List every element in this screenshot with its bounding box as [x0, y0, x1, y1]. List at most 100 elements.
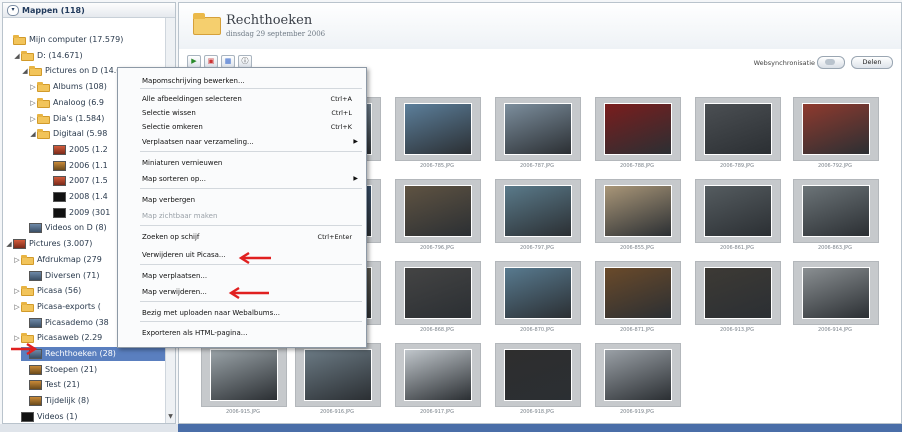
menu-item-shortcut: Ctrl+K	[330, 123, 352, 131]
expand-toggle-icon[interactable]: ▷	[29, 112, 37, 126]
folder-item[interactable]: Tijdelijk (8)	[21, 394, 165, 408]
thumbnail-frame	[495, 261, 581, 325]
photo-thumbnail[interactable]: 2006-797.JPG	[491, 179, 583, 259]
chevron-down-icon[interactable]: ▾	[7, 4, 19, 16]
thumbnail-frame	[595, 97, 681, 161]
photo-image	[604, 349, 672, 401]
menu-item-label: Verwijderen uit Picasa...	[142, 251, 226, 259]
folders-header-label: Mappen (118)	[22, 5, 85, 15]
photo-thumbnail[interactable]: 2006-914.JPG	[789, 261, 881, 341]
folder-item[interactable]: Videos (1)	[13, 410, 165, 423]
photo-thumbnail[interactable]: 2006-915.JPG	[197, 343, 289, 423]
expand-toggle-icon[interactable]: ▷	[13, 253, 21, 267]
menu-separator	[140, 188, 362, 189]
menu-item[interactable]: Map sorteren op... ▶	[118, 172, 366, 186]
photo-thumbnail[interactable]: 2006-916.JPG	[291, 343, 383, 423]
photo-folder-icon	[53, 144, 66, 155]
thumbnail-frame	[793, 97, 879, 161]
folder-item[interactable]: ◢ D: (14.671)	[13, 49, 165, 63]
photo-folder-icon	[53, 176, 66, 187]
photo-thumbnail[interactable]: 2006-861.JPG	[691, 179, 783, 259]
menu-item[interactable]: Zoeken op schijf Ctrl+Enter	[118, 230, 366, 244]
expand-toggle-icon[interactable]: ◢	[5, 237, 13, 251]
photo-image	[802, 267, 870, 319]
thumbnail-frame	[395, 261, 481, 325]
thumbnail-caption: 2006-870.JPG	[519, 327, 555, 333]
folder-item-label: 2008 (1.4	[69, 192, 108, 201]
menu-item-shortcut: Ctrl+L	[331, 109, 352, 117]
menu-item[interactable]: Alle afbeeldingen selecteren Ctrl+A	[118, 92, 366, 106]
photo-image	[404, 103, 472, 155]
folder-item-label: Picasaweb (2.29	[37, 333, 103, 343]
folder-item[interactable]: Rechthoeken (28)	[21, 347, 165, 361]
expand-toggle-icon[interactable]: ▷	[13, 300, 21, 314]
photo-image	[604, 185, 672, 237]
photo-thumbnail[interactable]: 2006-870.JPG	[491, 261, 583, 341]
thumbnail-frame	[595, 179, 681, 243]
menu-item[interactable]: Mapomschrijving bewerken...	[118, 74, 366, 88]
menu-separator	[140, 151, 362, 152]
menu-item[interactable]: Bezig met uploaden naar Webalbums...	[118, 306, 366, 320]
photo-thumbnail[interactable]: 2006-789.JPG	[691, 97, 783, 177]
photo-image	[704, 103, 772, 155]
expand-toggle-icon[interactable]: ▷	[29, 80, 37, 94]
annotation-arrow-icon	[238, 252, 271, 264]
folder-item-label: Digitaal (5.98	[53, 129, 108, 139]
photo-thumbnail[interactable]: 2006-855.JPG	[591, 179, 683, 259]
photo-thumbnail[interactable]: 2006-871.JPG	[591, 261, 683, 341]
thumbnail-caption: 2006-861.JPG	[719, 245, 755, 251]
menu-item-label: Mapomschrijving bewerken...	[142, 77, 245, 85]
photo-image	[504, 267, 572, 319]
photo-thumbnail[interactable]: 2006-796.JPG	[391, 179, 483, 259]
photo-thumbnail[interactable]: 2006-788.JPG	[591, 97, 683, 177]
scroll-down-icon[interactable]: ▼	[166, 413, 175, 423]
menu-item[interactable]: Selectie wissen Ctrl+L	[118, 106, 366, 120]
menu-item-label: Map zichtbaar maken	[142, 212, 218, 220]
photo-thumbnail[interactable]: 2006-913.JPG	[691, 261, 783, 341]
photo-image	[802, 103, 870, 155]
folder-item[interactable]: Stoepen (21)	[21, 363, 165, 377]
photo-folder-icon	[13, 239, 26, 250]
menu-item[interactable]: Map verbergen	[118, 193, 366, 207]
photo-thumbnail[interactable]: 2006-918.JPG	[491, 343, 583, 423]
thumbnail-caption: 2006-915.JPG	[225, 409, 261, 415]
thumbnail-caption: 2006-855.JPG	[619, 245, 655, 251]
photo-thumbnail[interactable]: 2006-787.JPG	[491, 97, 583, 177]
photo-image	[604, 267, 672, 319]
folder-icon	[21, 50, 34, 61]
expand-toggle-icon[interactable]: ◢	[29, 127, 37, 141]
thumbnail-frame	[201, 343, 287, 407]
photo-thumbnail[interactable]: 2006-785.JPG	[391, 97, 483, 177]
menu-item[interactable]: Selectie omkeren Ctrl+K	[118, 120, 366, 134]
folders-header[interactable]: ▾ Mappen (118)	[3, 3, 175, 18]
menu-item-label: Map verwijderen...	[142, 288, 207, 296]
thumbnail-frame	[395, 343, 481, 407]
photo-thumbnail[interactable]: 2006-868.JPG	[391, 261, 483, 341]
folder-context-menu: Mapomschrijving bewerken... Alle afbeeldi…	[117, 67, 367, 348]
expand-toggle-icon[interactable]: ▷	[29, 96, 37, 110]
thumbnail-frame	[595, 261, 681, 325]
menu-item[interactable]: Exporteren als HTML-pagina...	[118, 326, 366, 340]
menu-item-label: Map verplaatsen...	[142, 272, 208, 280]
menu-item[interactable]: Map verplaatsen...	[118, 269, 366, 283]
photo-folder-icon	[53, 207, 66, 218]
photo-thumbnail[interactable]: 2006-919.JPG	[591, 343, 683, 423]
menu-item[interactable]: Miniaturen vernieuwen	[118, 156, 366, 170]
menu-item[interactable]: Verplaatsen naar verzameling... ▶	[118, 135, 366, 149]
video-folder-icon	[21, 411, 34, 422]
thumbnail-caption: 2006-789.JPG	[719, 163, 755, 169]
menu-item-label: Verplaatsen naar verzameling...	[142, 138, 254, 146]
picasa-window: ▾ Mappen (118) Mijn computer (17.579) ◢ D:…	[0, 0, 902, 432]
expand-toggle-icon[interactable]: ▷	[13, 284, 21, 298]
expand-toggle-icon[interactable]: ◢	[21, 64, 29, 78]
folder-item-label: Rechthoeken (28)	[45, 349, 116, 358]
photo-thumbnail[interactable]: 2006-792.JPG	[789, 97, 881, 177]
photo-thumbnail[interactable]: 2006-863.JPG	[789, 179, 881, 259]
folder-item[interactable]: Test (21)	[21, 378, 165, 392]
menu-item-label: Bezig met uploaden naar Webalbums...	[142, 309, 280, 317]
expand-toggle-icon[interactable]: ◢	[13, 49, 21, 63]
thumbnail-frame	[695, 261, 781, 325]
thumbnail-frame	[595, 343, 681, 407]
folder-item[interactable]: Mijn computer (17.579)	[5, 33, 165, 47]
photo-thumbnail[interactable]: 2006-917.JPG	[391, 343, 483, 423]
